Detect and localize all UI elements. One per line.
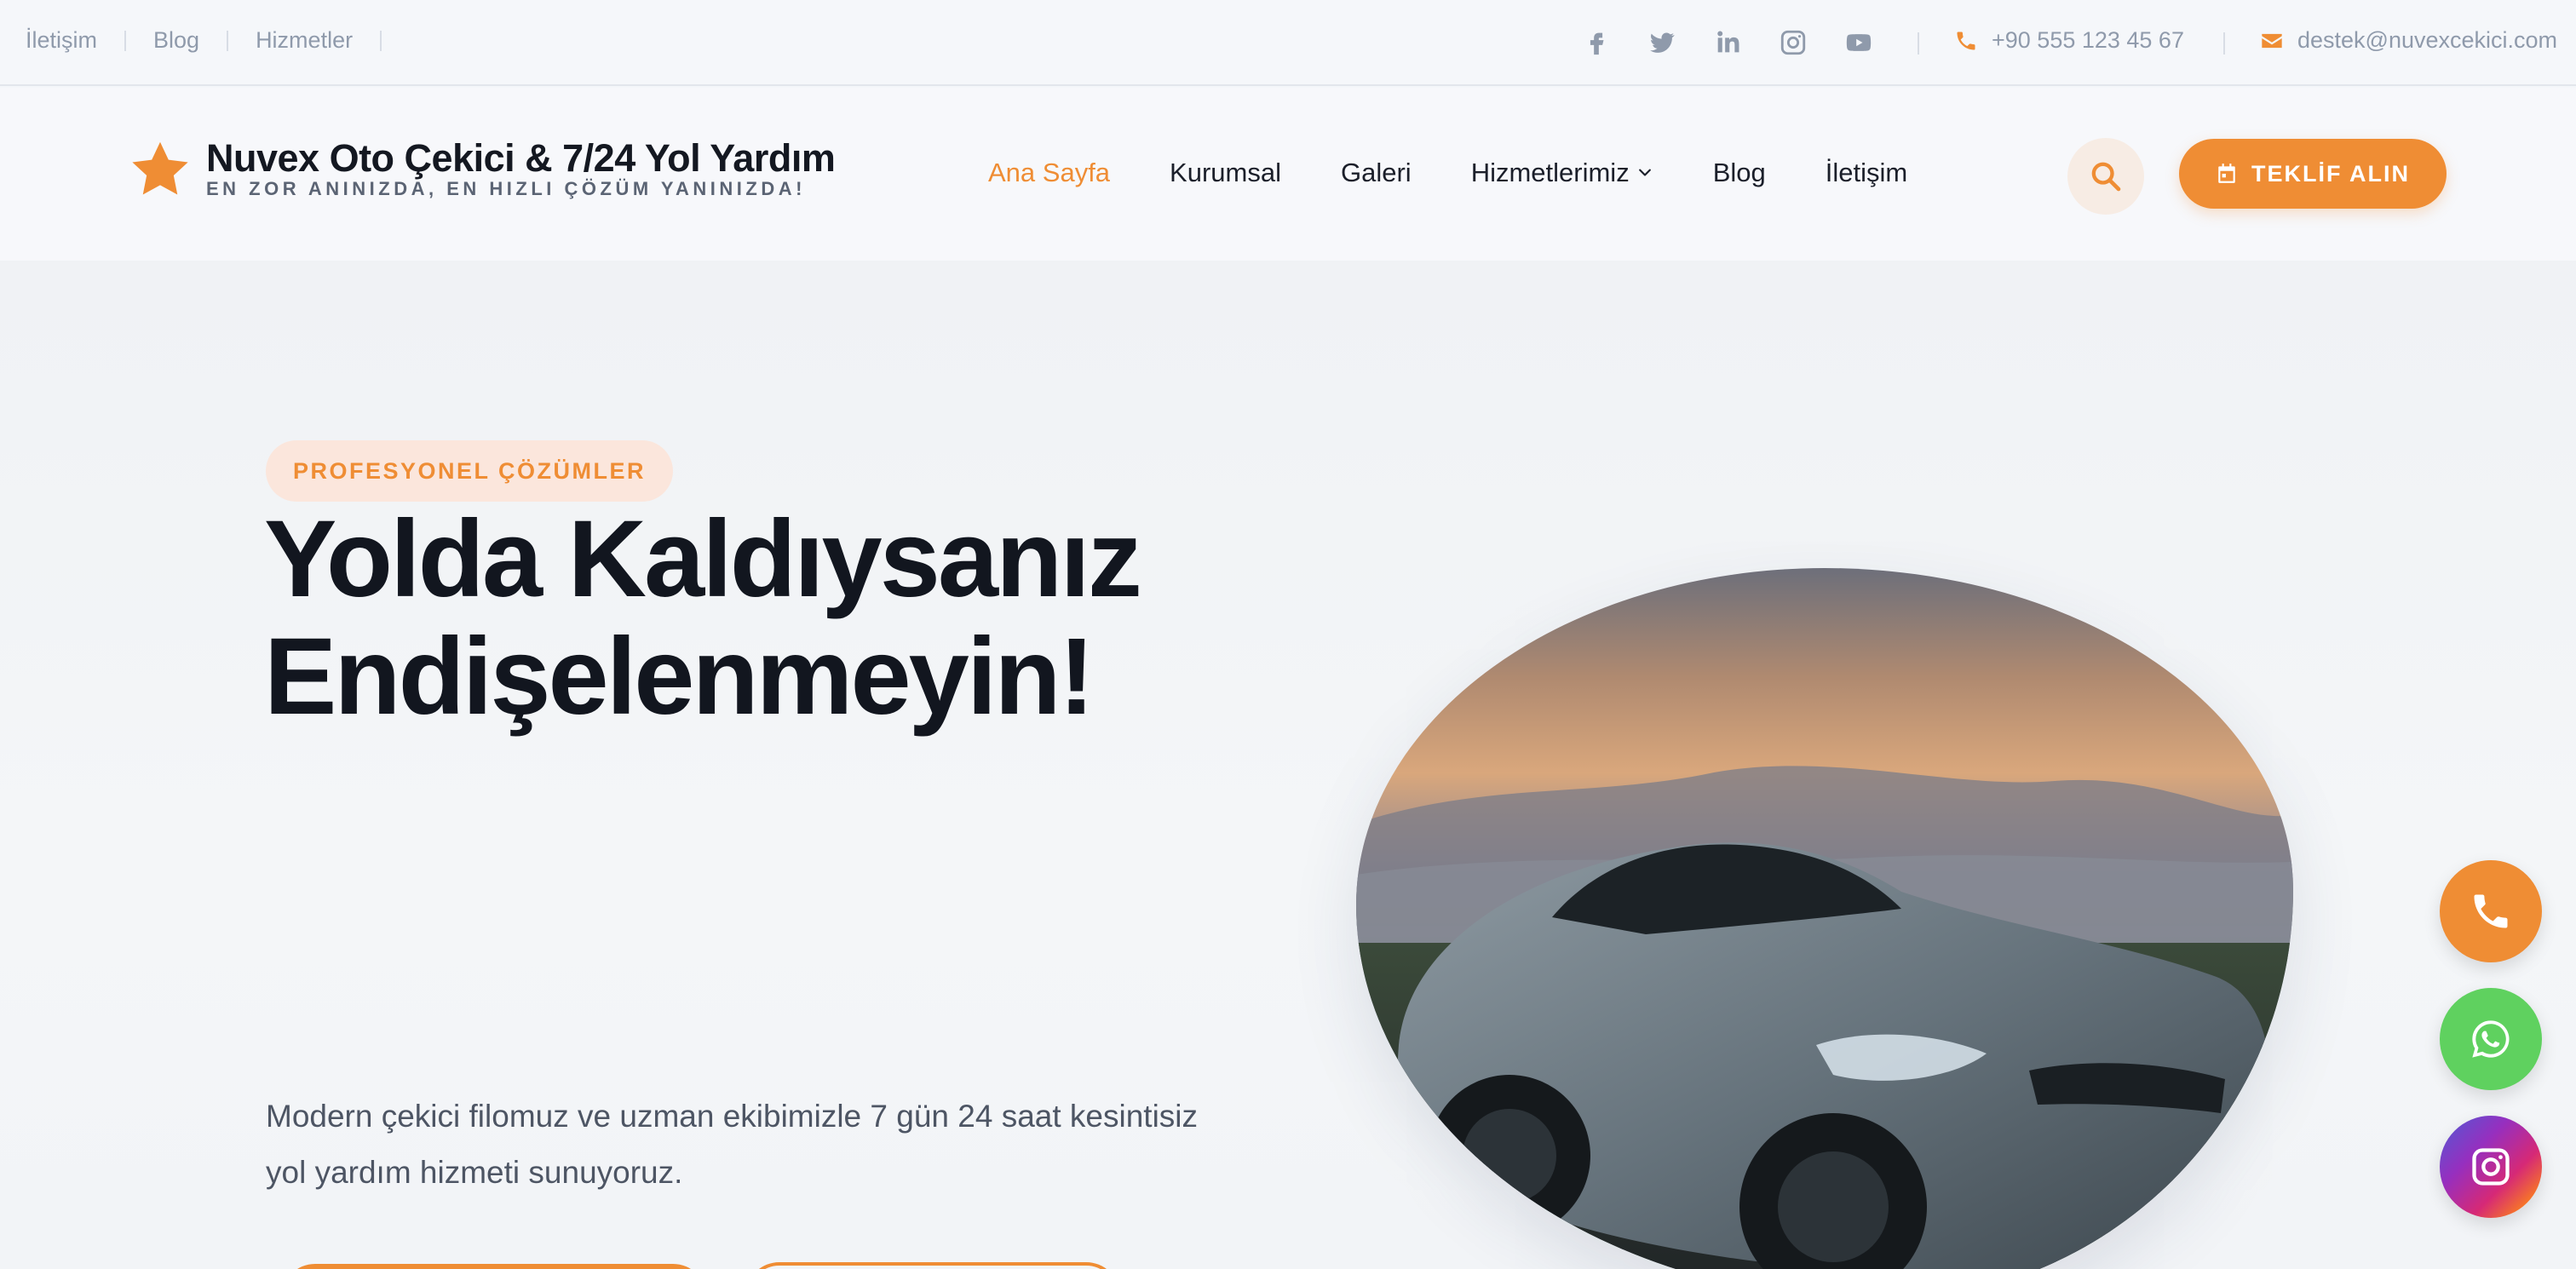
youtube-icon[interactable] <box>1840 24 1877 61</box>
hero-badge: PROFESYONEL ÇÖZÜMLER <box>266 440 674 502</box>
hero-description-line-1: Modern çekici filomuz ve uzman ekibimizl… <box>266 1099 1199 1134</box>
brand-tagline: EN ZOR ANINIZDA, EN HIZLI ÇÖZÜM YANINIZD… <box>206 178 806 199</box>
hero-headline-line-2: Endişelenmeyin! <box>264 616 1095 738</box>
hero-secondary-button[interactable] <box>745 1262 1120 1269</box>
floating-whatsapp-button[interactable] <box>2440 988 2542 1090</box>
hero-headline: Yolda Kaldıysanız Endişelenmeyin! <box>264 501 1286 736</box>
hero-headline-line-1: Yolda Kaldıysanız <box>264 498 1142 620</box>
phone-icon <box>1957 32 1975 49</box>
divider <box>1918 32 1919 55</box>
top-link-blog[interactable]: Blog <box>153 27 199 54</box>
top-link-hizmetler[interactable]: Hizmetler <box>256 27 353 54</box>
nav-ana-sayfa[interactable]: Ana Sayfa <box>988 158 1110 188</box>
whatsapp-icon <box>2472 1020 2510 1058</box>
linkedin-icon[interactable] <box>1709 24 1746 61</box>
divider <box>2223 32 2225 55</box>
site-header: Nuvex Oto Çekici & 7/24 Yol Yardım EN ZO… <box>0 88 2576 261</box>
social-links <box>1578 24 1906 61</box>
phone-icon <box>2474 894 2508 928</box>
hero-primary-button[interactable] <box>281 1264 707 1269</box>
twitter-icon[interactable] <box>1643 24 1681 61</box>
hero-badge-label: PROFESYONEL ÇÖZÜMLER <box>293 457 647 484</box>
calendar-icon <box>2218 164 2235 183</box>
divider <box>124 30 127 51</box>
nav-hizmetlerimiz[interactable]: Hizmetlerimiz <box>1471 158 1653 188</box>
chevron-down-icon <box>1638 169 1651 176</box>
top-link-iletisim[interactable]: İletişim <box>26 27 97 54</box>
floating-instagram-button[interactable] <box>2440 1116 2542 1218</box>
star-icon <box>128 137 193 206</box>
envelope-icon <box>2262 33 2282 48</box>
brand-name: Nuvex Oto Çekici & 7/24 Yol Yardım <box>206 136 836 180</box>
search-button[interactable] <box>2067 138 2144 215</box>
get-quote-button[interactable]: TEKLİF ALIN <box>2179 139 2447 209</box>
nav-hizmetlerimiz-label: Hizmetlerimiz <box>1470 158 1630 187</box>
nav-galeri[interactable]: Galeri <box>1341 158 1412 188</box>
top-bar: İletişim Blog Hizmetler +90 555 123 45 6… <box>0 0 2576 86</box>
nav-kurumsal[interactable]: Kurumsal <box>1170 158 1281 188</box>
nav-blog[interactable]: Blog <box>1713 158 1766 188</box>
site-logo[interactable]: Nuvex Oto Çekici & 7/24 Yol Yardım EN ZO… <box>128 136 836 206</box>
hero-description-line-2: yol yardım hizmeti sunuyoruz. <box>266 1155 683 1190</box>
top-email[interactable]: destek@nuvexcekici.com <box>2260 27 2557 54</box>
hero-description: Modern çekici filomuz ve uzman ekibimizl… <box>266 1088 1245 1201</box>
main-nav: Ana Sayfa Kurumsal Galeri Hizmetlerimiz … <box>988 158 1967 188</box>
top-phone[interactable]: +90 555 123 45 67 <box>1954 27 2184 54</box>
hero-car-image <box>1356 568 2293 1269</box>
instagram-icon[interactable] <box>1774 24 1812 61</box>
divider <box>380 30 382 51</box>
search-icon <box>2091 162 2121 192</box>
instagram-icon <box>2472 1148 2510 1186</box>
floating-call-button[interactable] <box>2440 860 2542 962</box>
get-quote-label: TEKLİF ALIN <box>2251 160 2410 187</box>
facebook-icon[interactable] <box>1578 24 1615 61</box>
email-address: destek@nuvexcekici.com <box>2297 27 2558 53</box>
divider <box>227 30 229 51</box>
phone-number: +90 555 123 45 67 <box>1992 27 2184 53</box>
top-links: İletişim Blog Hizmetler <box>26 27 409 54</box>
nav-iletisim[interactable]: İletişim <box>1826 158 1907 188</box>
